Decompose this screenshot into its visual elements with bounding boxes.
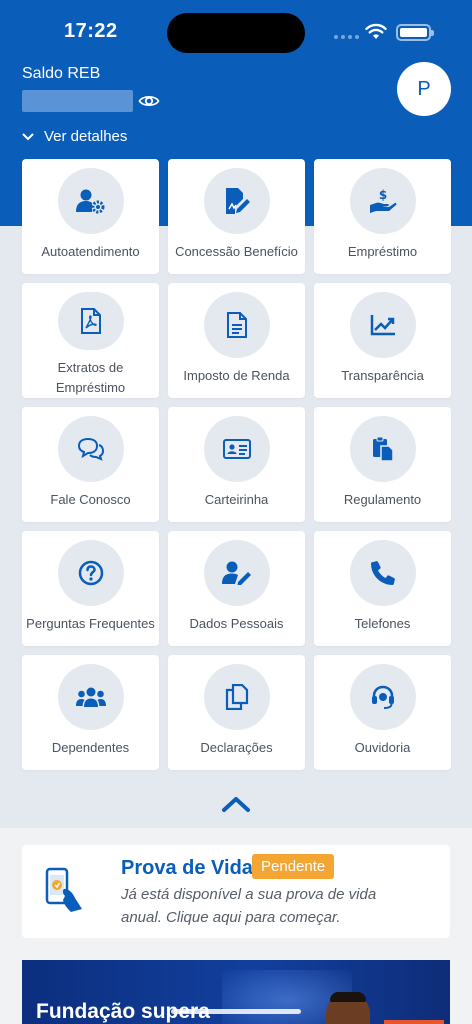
home-indicator[interactable]	[171, 1009, 301, 1014]
menu-card-label: Dados Pessoais	[189, 616, 284, 631]
icon-circle	[349, 540, 416, 606]
status-badge: Pendente	[252, 854, 335, 879]
menu-card-autoatendimento[interactable]: Autoatendimento	[22, 159, 159, 274]
menu-card-label: Perguntas Frequentes	[26, 616, 155, 631]
document-icon	[226, 312, 247, 338]
menu-card-label: Empréstimo	[347, 244, 418, 259]
pdf-file-icon	[80, 308, 101, 334]
dynamic-island	[167, 13, 305, 53]
clipboard-icon	[372, 436, 394, 462]
menu-card-label: Regulamento	[343, 492, 422, 507]
menu-card-emprestimo[interactable]: $ Empréstimo	[314, 159, 451, 274]
banner-accent-bar	[384, 1020, 444, 1024]
menu-card-telefones[interactable]: Telefones	[314, 531, 451, 646]
hand-money-icon: $	[369, 188, 396, 213]
icon-circle	[349, 664, 416, 730]
proof-of-life-card[interactable]: Prova de Vida Pendente Já está disponíve…	[22, 845, 450, 938]
chevron-down-icon	[22, 133, 34, 140]
icon-circle	[57, 540, 124, 606]
menu-card-label: Autoatendimento	[41, 244, 140, 259]
balance-label: Saldo REB	[22, 65, 101, 82]
svg-text:$: $	[378, 188, 386, 202]
menu-card-label: Ouvidoria	[354, 740, 411, 755]
copy-icon	[225, 684, 248, 710]
icon-circle	[57, 664, 124, 730]
icon-circle	[57, 292, 124, 350]
users-icon	[75, 687, 106, 707]
menu-card-imposto-renda[interactable]: Imposto de Renda	[168, 283, 305, 398]
question-circle-icon	[78, 560, 103, 586]
wifi-icon	[365, 23, 387, 39]
menu-card-concessao-beneficio[interactable]: Concessão Benefício	[168, 159, 305, 274]
icon-circle: $	[349, 168, 416, 234]
menu-card-label: Transparência	[341, 368, 424, 383]
headset-icon	[371, 685, 394, 709]
proof-of-life-description: Já está disponível a sua prova de vida a…	[121, 886, 377, 926]
user-gear-icon	[75, 189, 104, 214]
menu-card-label: Imposto de Renda	[183, 368, 290, 383]
menu-card-perguntas-frequentes[interactable]: Perguntas Frequentes	[22, 531, 159, 646]
banner-person-image	[326, 992, 370, 1024]
icon-circle	[57, 416, 124, 482]
user-edit-icon	[221, 561, 251, 585]
menu-card-label: Fale Conosco	[50, 492, 131, 507]
menu-card-label: Declarações	[200, 740, 273, 755]
icon-circle	[203, 292, 270, 358]
trend-chart-icon	[370, 315, 395, 336]
menu-card-ouvidoria[interactable]: Ouvidoria	[314, 655, 451, 770]
menu-card-label: Carteirinha	[204, 492, 269, 507]
details-label: Ver detalhes	[44, 128, 128, 145]
menu-card-label: Dependentes	[51, 740, 130, 755]
promo-banner[interactable]: Fundação supera	[22, 960, 450, 1024]
icon-circle	[203, 540, 270, 606]
phone-icon	[370, 561, 395, 585]
icon-circle	[203, 416, 270, 482]
hidden-balance-value	[22, 90, 133, 112]
menu-card-label: Extratos de Empréstimo	[55, 360, 126, 395]
chat-bubbles-icon	[77, 437, 104, 461]
icon-circle	[349, 292, 416, 358]
menu-card-extratos-emprestimo[interactable]: Extratos de Empréstimo	[22, 283, 159, 398]
menu-card-carteirinha[interactable]: Carteirinha	[168, 407, 305, 522]
status-time: 17:22	[64, 20, 118, 42]
details-toggle[interactable]: Ver detalhes	[22, 128, 127, 145]
menu-card-regulamento[interactable]: Regulamento	[314, 407, 451, 522]
cellular-signal-icon	[334, 35, 359, 39]
menu-card-declaracoes[interactable]: Declarações	[168, 655, 305, 770]
proof-of-life-title: Prova de Vida	[121, 857, 253, 879]
avatar[interactable]: P	[397, 62, 451, 116]
icon-circle	[203, 168, 270, 234]
menu-card-label: Telefones	[354, 616, 411, 631]
chevron-up-icon[interactable]	[221, 795, 251, 813]
eye-icon[interactable]	[138, 91, 160, 111]
menu-card-transparencia[interactable]: Transparência	[314, 283, 451, 398]
menu-card-dados-pessoais[interactable]: Dados Pessoais	[168, 531, 305, 646]
menu-card-fale-conosco[interactable]: Fale Conosco	[22, 407, 159, 522]
menu-card-label: Concessão Benefício	[175, 244, 298, 259]
phone-check-icon	[45, 867, 82, 912]
icon-circle	[57, 168, 124, 234]
icon-circle	[349, 416, 416, 482]
services-grid: Autoatendimento Concessão Benefício $ Em…	[22, 159, 451, 770]
menu-card-dependentes[interactable]: Dependentes	[22, 655, 159, 770]
battery-icon	[396, 24, 434, 41]
document-sign-icon	[225, 188, 250, 214]
id-card-icon	[222, 439, 251, 459]
icon-circle	[203, 664, 270, 730]
